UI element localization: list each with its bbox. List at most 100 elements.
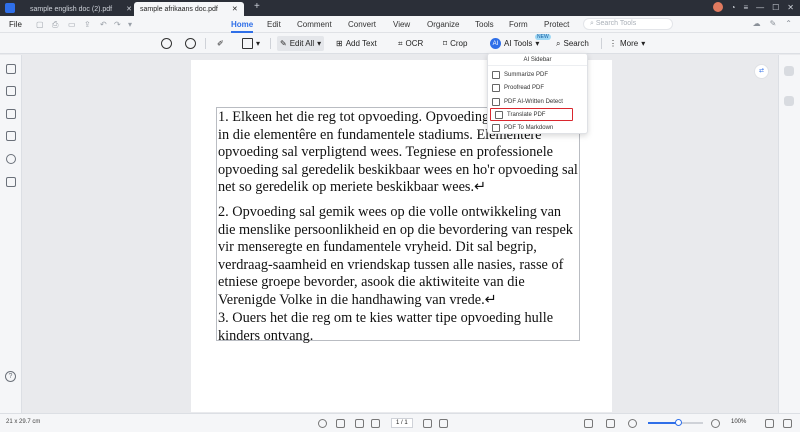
undo-icon[interactable]: ↶	[100, 20, 107, 29]
next-page-icon[interactable]	[423, 419, 432, 428]
close-tab-icon[interactable]: ✕	[232, 6, 238, 13]
save-icon[interactable]: ▢	[36, 20, 44, 29]
translate-pdf-item[interactable]: Translate PDF	[490, 108, 573, 121]
ai-sidebar-item[interactable]: AI Sidebar	[488, 55, 587, 66]
help-icon[interactable]: ?	[5, 371, 16, 382]
prev-page-icon[interactable]	[371, 419, 380, 428]
maximize-icon[interactable]: ☐	[772, 3, 779, 12]
toolbar-divider	[270, 38, 271, 49]
upload-cloud-icon[interactable]: ☁	[753, 19, 761, 28]
menu-convert[interactable]: Convert	[348, 20, 376, 29]
add-text-label: Add Text	[345, 39, 377, 48]
summarize-icon	[492, 70, 500, 79]
page-thumbnails-icon[interactable]	[6, 64, 16, 74]
paragraph-3[interactable]: 3. Ouers het die reg om te kies watter t…	[218, 310, 580, 345]
crop-button[interactable]: ⌑ Crop	[440, 36, 470, 51]
ai-assistant-icon[interactable]	[784, 66, 794, 76]
menu-form[interactable]: Form	[509, 20, 528, 29]
customize-icon[interactable]: ▾	[128, 20, 132, 29]
close-tab-icon[interactable]: ✕	[126, 6, 132, 13]
edit-all-label: Edit All	[289, 39, 315, 48]
zoom-out-icon[interactable]	[628, 419, 637, 428]
edit-all-button[interactable]: ✎ Edit All ▾	[277, 36, 325, 51]
close-window-icon[interactable]: ✕	[787, 3, 794, 12]
print-icon[interactable]: ⎙	[52, 20, 58, 30]
fit-width-icon[interactable]	[606, 419, 615, 428]
proofread-pdf-item[interactable]: Proofread PDF	[488, 81, 587, 94]
select-tool-icon[interactable]	[336, 419, 345, 428]
pdf-ai-written-detect-item[interactable]: PDF AI-Written Detect	[488, 95, 587, 108]
search-icon[interactable]	[6, 154, 16, 164]
layers-icon[interactable]	[6, 177, 16, 187]
pdf-to-markdown-label: PDF To Markdown	[504, 124, 554, 131]
zoom-in-icon[interactable]	[711, 419, 720, 428]
chevron-down-icon: ▾	[535, 39, 540, 48]
menu-protect[interactable]: Protect	[544, 20, 569, 29]
file-menu[interactable]: File	[9, 20, 22, 29]
highlight-button[interactable]: ✐	[214, 36, 227, 51]
collapse-ribbon-icon[interactable]: ⌃	[785, 19, 792, 28]
ai-tools-button[interactable]: AI AI Tools ▾	[487, 36, 542, 51]
menu-comment[interactable]: Comment	[297, 20, 332, 29]
proofread-pdf-label: Proofread PDF	[504, 84, 545, 91]
reading-mode-icon[interactable]	[783, 419, 792, 428]
minimize-icon[interactable]: —	[756, 3, 764, 12]
comment-icon[interactable]	[6, 109, 16, 119]
more-label: More	[620, 39, 639, 48]
add-text-button[interactable]: ⊞ Add Text	[333, 36, 380, 51]
menu-tools[interactable]: Tools	[475, 20, 494, 29]
status-bar: 21 x 29.7 cm 1 / 1 100%	[0, 413, 800, 432]
page-layout-icon[interactable]	[584, 419, 593, 428]
sign-icon[interactable]: ✎	[770, 19, 777, 28]
last-page-icon[interactable]	[439, 419, 448, 428]
zoom-out-button[interactable]	[158, 36, 175, 51]
bookmark-icon[interactable]	[6, 86, 16, 96]
toolbar-divider	[601, 38, 602, 49]
highlighter-icon: ✐	[217, 39, 224, 48]
translate-float-icon[interactable]: ⇄	[754, 64, 769, 79]
tab-sample-afrikaans-doc[interactable]: sample afrikaans doc.pdf ✕	[134, 2, 244, 16]
avatar[interactable]	[712, 2, 723, 12]
attachment-icon[interactable]	[6, 131, 16, 141]
search-icon: ⌕	[590, 20, 594, 27]
new-tab-icon[interactable]: +	[254, 1, 260, 12]
ai-tools-dropdown: AI Sidebar Summarize PDF Proofread PDF P…	[487, 53, 588, 134]
translate-pdf-label: Translate PDF	[507, 111, 546, 118]
zoom-value[interactable]: 100%	[731, 419, 746, 425]
ribbon-toolbar: ✐ ▾ ✎ Edit All ▾ ⊞ Add Text ⌗ OCR ⌑ Crop…	[0, 33, 800, 54]
notification-icon[interactable]: ◔	[731, 3, 736, 12]
open-icon[interactable]: ▭	[68, 20, 76, 29]
search-tools-input[interactable]: ⌕ Search Tools	[583, 18, 673, 30]
summarize-pdf-item[interactable]: Summarize PDF	[488, 68, 587, 81]
tab-sample-english-doc[interactable]: sample english doc (2).pdf ✕	[24, 2, 138, 16]
ai-icon: AI	[490, 38, 501, 49]
shape-button[interactable]: ▾	[239, 36, 263, 51]
menu-home[interactable]: Home	[231, 20, 253, 29]
more-button[interactable]: ⋮ More ▾	[606, 36, 648, 51]
zoom-in-button[interactable]	[182, 36, 199, 51]
fullscreen-icon[interactable]	[765, 419, 774, 428]
menu-organize[interactable]: Organize	[427, 20, 459, 29]
page-number-input[interactable]: 1 / 1	[391, 418, 413, 428]
hand-tool-icon[interactable]	[318, 419, 327, 428]
pdf-to-markdown-item[interactable]: PDF To Markdown	[488, 121, 587, 134]
search-button[interactable]: ⌕ Search	[553, 36, 592, 51]
search-tools-placeholder: Search Tools	[595, 20, 637, 27]
menu-edit[interactable]: Edit	[267, 20, 281, 29]
chevron-down-icon: ▾	[317, 39, 322, 48]
zoom-slider-handle[interactable]	[675, 419, 683, 426]
paragraph-2[interactable]: 2. Opvoeding sal gemik wees op die volle…	[218, 204, 580, 309]
redo-icon[interactable]: ↷	[114, 20, 121, 29]
search-icon: ⌕	[556, 38, 561, 48]
first-page-icon[interactable]	[355, 419, 364, 428]
share-icon[interactable]: ⇪	[84, 20, 91, 29]
menu-view[interactable]: View	[393, 20, 410, 29]
page-size: 21 x 29.7 cm	[6, 419, 41, 425]
properties-icon[interactable]	[784, 96, 794, 106]
menu-icon[interactable]: ≡	[743, 3, 748, 12]
ocr-button[interactable]: ⌗ OCR	[395, 36, 426, 51]
add-text-icon: ⊞	[336, 39, 343, 48]
ai-detect-icon	[492, 97, 500, 106]
markdown-icon	[492, 123, 500, 132]
proofread-icon	[492, 83, 500, 92]
